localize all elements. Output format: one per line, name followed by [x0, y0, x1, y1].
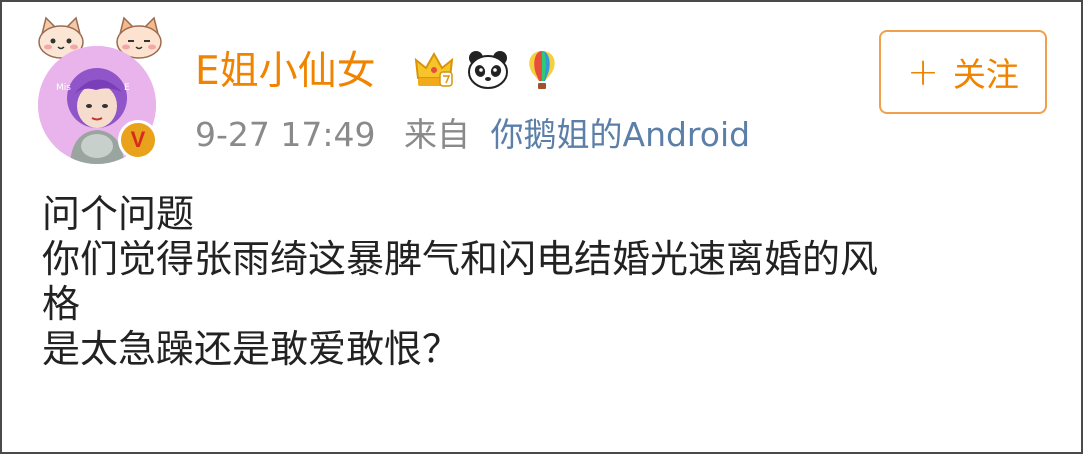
svg-text:E: E: [124, 83, 130, 93]
follow-button[interactable]: + 关注: [879, 30, 1047, 114]
avatar-group[interactable]: Mis E V: [32, 16, 167, 164]
svg-text:Mis: Mis: [56, 83, 71, 93]
user-badges: [412, 48, 564, 92]
post-text-line: 格: [42, 282, 81, 326]
post-text-line: 是太急躁还是敢爱敢恨？: [42, 327, 461, 371]
post-text: 问个问题 你们觉得张雨绮这暴脾气和闪电结婚光速离婚的风 格 是太急躁还是敢爱敢恨…: [42, 192, 1042, 372]
post-text-line: 你们觉得张雨绮这暴脾气和闪电结婚光速离婚的风: [42, 237, 879, 281]
follow-button-label: 关注: [952, 55, 1019, 94]
weibo-post-card: Mis E V E姐小仙女 9-27 17:49 来自 你鹅姐的Android …: [0, 0, 1083, 454]
balloon-icon[interactable]: [520, 48, 564, 92]
username[interactable]: E姐小仙女: [195, 48, 376, 96]
plus-icon: +: [907, 50, 939, 94]
post-from-label: 来自: [404, 115, 470, 154]
post-meta: 9-27 17:49 来自 你鹅姐的Android: [195, 114, 750, 156]
crown-vip-icon[interactable]: [412, 48, 456, 92]
post-source-link[interactable]: 你鹅姐的Android: [491, 115, 751, 154]
verified-badge-icon: V: [118, 120, 158, 160]
panda-icon[interactable]: [466, 48, 510, 92]
post-text-line: 问个问题: [42, 192, 195, 236]
post-time: 9-27 17:49: [195, 115, 376, 154]
